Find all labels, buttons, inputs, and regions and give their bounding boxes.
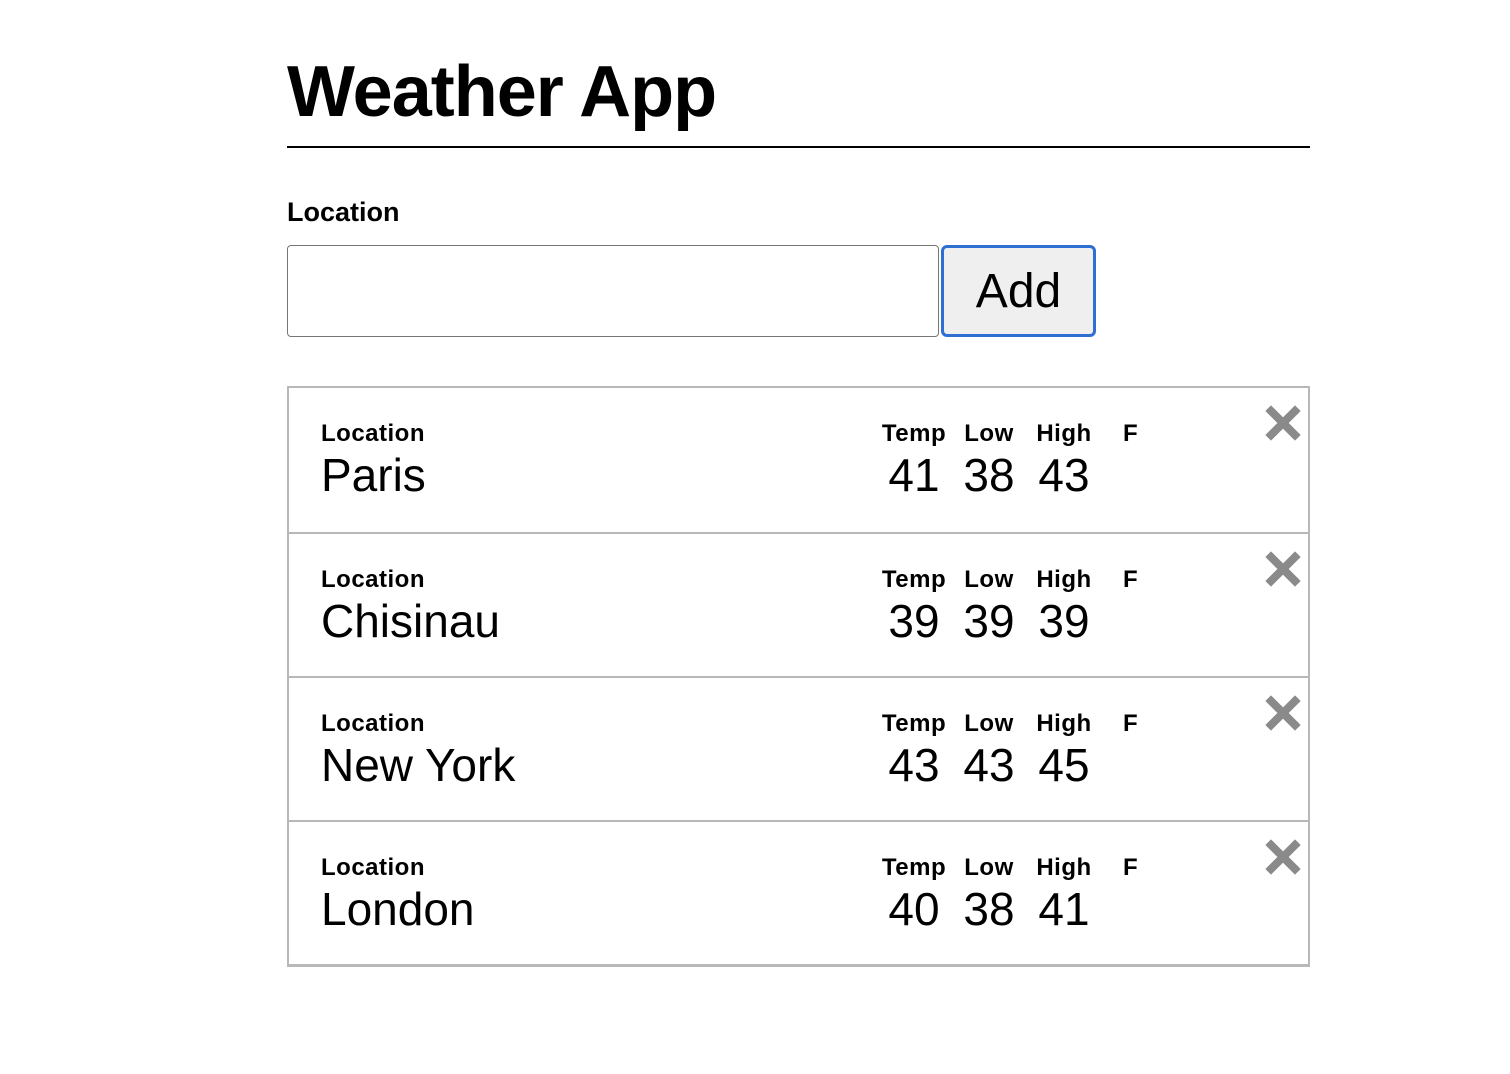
low-label: Low [964,854,1014,881]
location-card: Location Paris Temp Low High F 41 38 43 [289,388,1308,532]
close-x-icon[interactable] [1265,405,1301,441]
low-label: Low [964,566,1014,593]
temp-value: 41 [888,449,940,501]
close-x-icon[interactable] [1265,695,1301,731]
location-name: Chisinau [321,595,500,647]
close-x-icon[interactable] [1265,839,1301,875]
location-field-label: Location [287,197,400,227]
temp-value: 43 [888,739,940,791]
high-value: 41 [1038,883,1090,935]
location-label: Location [321,710,425,737]
location-card: Location New York Temp Low High F 43 43 … [289,676,1308,820]
location-name: Paris [321,449,426,501]
location-label: Location [321,566,425,593]
close-x-icon[interactable] [1265,551,1301,587]
add-button[interactable]: Add [941,245,1096,337]
temp-label: Temp [881,710,947,737]
high-value: 43 [1038,449,1090,501]
temp-value: 39 [888,595,940,647]
unit-label: F [1123,566,1138,593]
temp-label: Temp [881,420,947,447]
high-label: High [1036,854,1092,881]
location-name: New York [321,739,516,791]
temp-label: Temp [881,854,947,881]
low-value: 43 [963,739,1015,791]
low-label: Low [964,420,1014,447]
high-label: High [1036,710,1092,737]
location-card: Location London Temp Low High F 40 38 41 [289,820,1308,964]
location-list: Location Paris Temp Low High F 41 38 43 … [287,386,1310,967]
location-name: London [321,883,475,935]
unit-label: F [1123,420,1138,447]
low-value: 38 [963,883,1015,935]
high-label: High [1036,420,1092,447]
high-value: 39 [1038,595,1090,647]
location-card: Location Chisinau Temp Low High F 39 39 … [289,532,1308,676]
low-label: Low [964,710,1014,737]
unit-label: F [1123,710,1138,737]
temp-value: 40 [888,883,940,935]
high-label: High [1036,566,1092,593]
unit-label: F [1123,854,1138,881]
low-value: 39 [963,595,1015,647]
location-label: Location [321,854,425,881]
title-divider [287,146,1310,148]
low-value: 38 [963,449,1015,501]
page-title: Weather App [287,52,717,132]
temp-label: Temp [881,566,947,593]
location-label: Location [321,420,425,447]
location-input[interactable] [287,245,939,337]
high-value: 45 [1038,739,1090,791]
